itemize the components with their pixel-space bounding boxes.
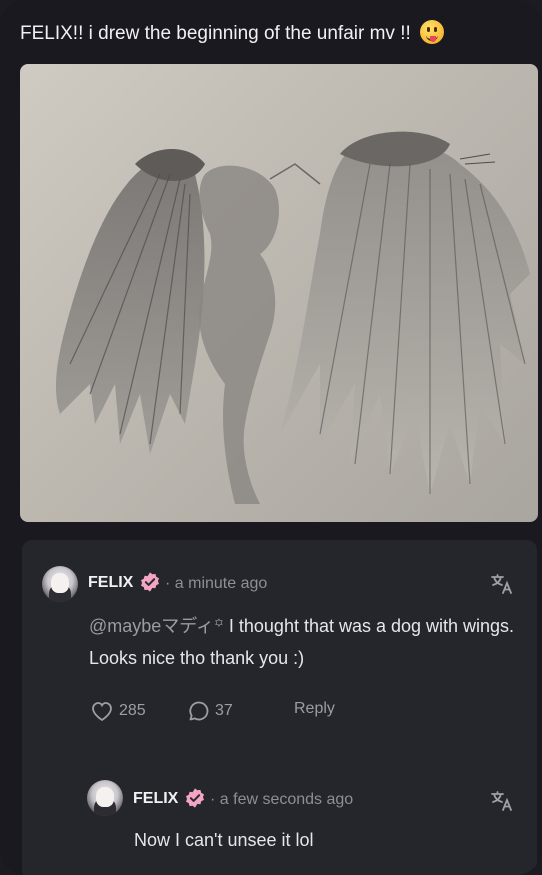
like-count: 285 — [119, 702, 146, 719]
translate-icon[interactable] — [490, 789, 514, 813]
like-button[interactable]: 285 — [90, 700, 146, 722]
reply-button[interactable]: Reply — [294, 700, 335, 718]
reply-label: Reply — [294, 700, 335, 717]
tongue-emoji-icon — [420, 20, 445, 44]
comment-bubble-icon — [189, 701, 209, 721]
phone-frame: FELIX!! i drew the beginning of the unfa… — [0, 0, 542, 875]
avatar[interactable] — [42, 566, 78, 602]
post-title-text: FELIX!! i drew the beginning of the unfa… — [20, 23, 411, 44]
pencil-drawing-illustration — [55, 131, 530, 504]
reply-body: Now I can't unsee it lol — [134, 830, 314, 850]
heart-icon — [92, 702, 112, 722]
reply-timestamp: · a few seconds ago — [210, 791, 354, 808]
verified-badge-icon — [141, 572, 159, 592]
reply-author[interactable]: FELIX — [133, 790, 178, 808]
comment-author[interactable]: FELIX — [88, 574, 133, 592]
comment-body: @maybeマディ꙳ I thought that was a dog with… — [89, 610, 519, 674]
comment-timestamp: · a minute ago — [165, 575, 268, 592]
reply-count: 37 — [215, 702, 233, 719]
reply-avatar[interactable] — [87, 780, 123, 816]
replies-button[interactable]: 37 — [188, 700, 233, 722]
verified-badge-icon — [186, 788, 204, 808]
post-image-angel-drawing[interactable] — [20, 64, 538, 522]
translate-icon[interactable] — [490, 572, 514, 596]
post-title: FELIX!! i drew the beginning of the unfa… — [20, 20, 522, 47]
mention-link[interactable]: @maybeマディ꙳ — [89, 616, 224, 636]
